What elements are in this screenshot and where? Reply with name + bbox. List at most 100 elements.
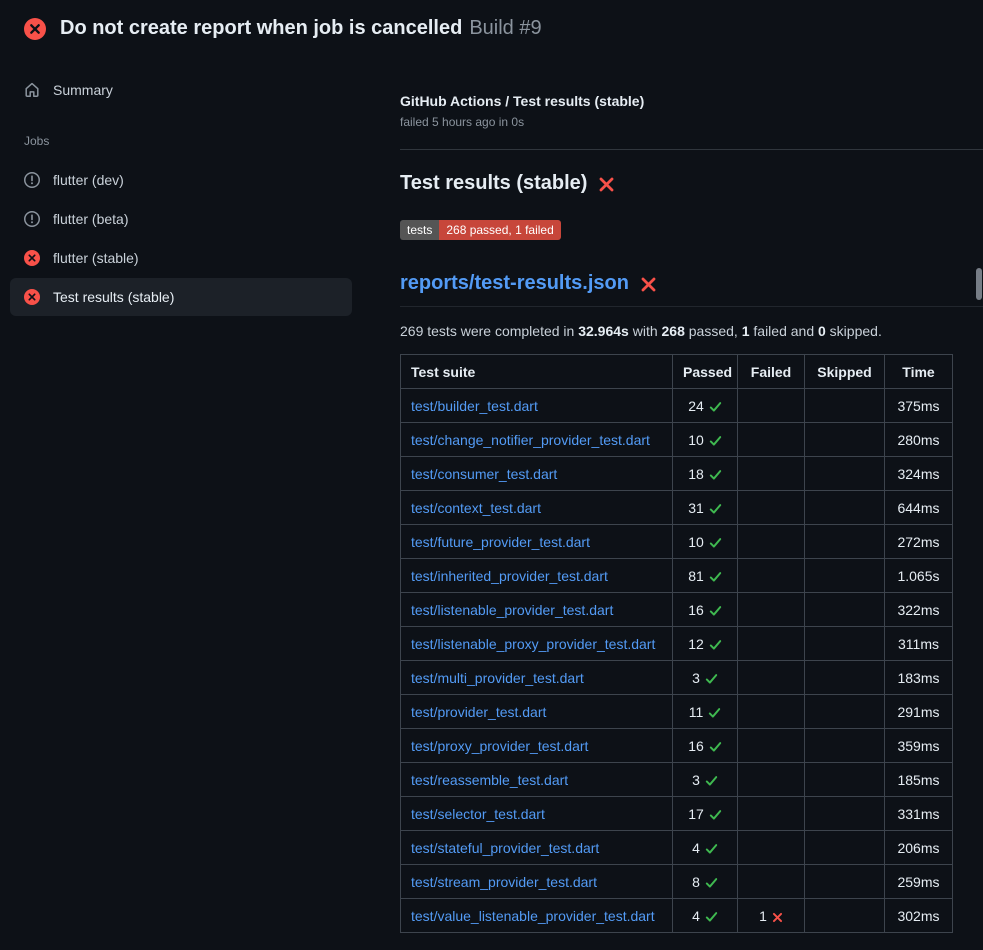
failed-cell: 1 <box>738 899 805 933</box>
time-cell: 322ms <box>885 593 953 627</box>
time-cell: 272ms <box>885 525 953 559</box>
report-file-link[interactable]: reports/test-results.json <box>400 270 629 296</box>
jobs-list: flutter (dev) flutter (beta) flutter (st… <box>10 161 362 316</box>
badge-label: tests <box>400 220 439 240</box>
check-icon <box>709 568 722 584</box>
suite-link[interactable]: test/stateful_provider_test.dart <box>411 840 599 856</box>
sidebar-job-item[interactable]: Test results (stable) <box>10 278 352 316</box>
passed-cell: 16 <box>673 593 738 627</box>
table-row: test/listenable_provider_test.dart 16 32… <box>401 593 953 627</box>
sidebar-job-item[interactable]: flutter (beta) <box>10 200 352 238</box>
table-row: test/selector_test.dart 17 331ms <box>401 797 953 831</box>
table-row: test/consumer_test.dart 18 324ms <box>401 457 953 491</box>
suite-link[interactable]: test/consumer_test.dart <box>411 466 557 482</box>
summary-segment: failed and <box>750 323 819 339</box>
report-title-row: reports/test-results.json <box>400 270 983 307</box>
build-number: Build #9 <box>469 17 541 39</box>
time-cell: 259ms <box>885 865 953 899</box>
skipped-cell <box>805 899 885 933</box>
check-run-title: Test results (stable) <box>400 170 587 196</box>
passed-cell: 16 <box>673 729 738 763</box>
suite-cell: test/reassemble_test.dart <box>401 763 673 797</box>
time-cell: 291ms <box>885 695 953 729</box>
table-row: test/builder_test.dart 24 375ms <box>401 389 953 423</box>
check-icon <box>705 908 718 924</box>
skipped-cell <box>805 729 885 763</box>
time-cell: 206ms <box>885 831 953 865</box>
time-cell: 359ms <box>885 729 953 763</box>
check-icon <box>705 874 718 890</box>
page-title-row: Do not create report when job is cancell… <box>60 16 542 41</box>
table-row: test/stateful_provider_test.dart 4 206ms <box>401 831 953 865</box>
passed-cell: 18 <box>673 457 738 491</box>
suite-link[interactable]: test/selector_test.dart <box>411 806 545 822</box>
check-icon <box>709 738 722 754</box>
skipped-cell <box>805 491 885 525</box>
suite-link[interactable]: test/multi_provider_test.dart <box>411 670 584 686</box>
suite-link[interactable]: test/listenable_provider_test.dart <box>411 602 613 618</box>
suite-link[interactable]: test/inherited_provider_test.dart <box>411 568 608 584</box>
badge-row: tests 268 passed, 1 failed <box>400 220 983 240</box>
column-header: Time <box>885 355 953 389</box>
failed-x-icon <box>598 176 615 193</box>
check-icon <box>708 704 721 720</box>
suite-link[interactable]: test/proxy_provider_test.dart <box>411 738 588 754</box>
failed-cell <box>738 559 805 593</box>
scrollbar-thumb[interactable] <box>976 268 982 300</box>
skipped-cell <box>805 423 885 457</box>
suite-link[interactable]: test/listenable_proxy_provider_test.dart <box>411 636 655 652</box>
suite-link[interactable]: test/builder_test.dart <box>411 398 538 414</box>
passed-cell: 17 <box>673 797 738 831</box>
main-content: GitHub Actions / Test results (stable) f… <box>362 57 983 933</box>
check-run-title-row: Test results (stable) <box>400 170 983 196</box>
sidebar-job-label: flutter (stable) <box>53 250 139 266</box>
skipped-cell <box>805 525 885 559</box>
suite-cell: test/builder_test.dart <box>401 389 673 423</box>
failed-cell <box>738 457 805 491</box>
suite-link[interactable]: test/stream_provider_test.dart <box>411 874 597 890</box>
suite-link[interactable]: test/future_provider_test.dart <box>411 534 590 550</box>
suite-link[interactable]: test/value_listenable_provider_test.dart <box>411 908 655 924</box>
suite-cell: test/future_provider_test.dart <box>401 525 673 559</box>
table-row: test/inherited_provider_test.dart 81 1.0… <box>401 559 953 593</box>
skipped-cell <box>805 763 885 797</box>
passed-cell: 31 <box>673 491 738 525</box>
suite-link[interactable]: test/context_test.dart <box>411 500 541 516</box>
sidebar-job-label: flutter (beta) <box>53 211 128 227</box>
failed-cell <box>738 797 805 831</box>
sidebar-job-item[interactable]: flutter (dev) <box>10 161 352 199</box>
passed-cell: 10 <box>673 423 738 457</box>
time-cell: 644ms <box>885 491 953 525</box>
suite-link[interactable]: test/provider_test.dart <box>411 704 546 720</box>
time-cell: 185ms <box>885 763 953 797</box>
failed-cell <box>738 763 805 797</box>
failed-cell <box>738 525 805 559</box>
alert-circle-icon <box>24 172 40 188</box>
suite-cell: test/inherited_provider_test.dart <box>401 559 673 593</box>
passed-cell: 3 <box>673 763 738 797</box>
failed-x-icon <box>640 276 657 293</box>
summary-segment: 268 <box>662 323 685 339</box>
failed-cell <box>738 661 805 695</box>
summary-segment: 32.964s <box>578 323 629 339</box>
table-row: test/listenable_proxy_provider_test.dart… <box>401 627 953 661</box>
skipped-cell <box>805 559 885 593</box>
table-row: test/future_provider_test.dart 10 272ms <box>401 525 953 559</box>
suite-link[interactable]: test/reassemble_test.dart <box>411 772 568 788</box>
sidebar-item-summary[interactable]: Summary <box>10 71 352 109</box>
suite-cell: test/consumer_test.dart <box>401 457 673 491</box>
skipped-cell <box>805 695 885 729</box>
skipped-cell <box>805 389 885 423</box>
tests-badge: tests 268 passed, 1 failed <box>400 220 561 240</box>
failed-cell <box>738 423 805 457</box>
home-icon <box>24 82 40 98</box>
sidebar-job-label: flutter (dev) <box>53 172 124 188</box>
check-icon <box>709 636 722 652</box>
suite-link[interactable]: test/change_notifier_provider_test.dart <box>411 432 650 448</box>
results-table: Test suitePassedFailedSkippedTime test/b… <box>400 354 953 933</box>
summary-segment: 0 <box>818 323 826 339</box>
time-cell: 331ms <box>885 797 953 831</box>
summary-segment: with <box>629 323 662 339</box>
header: Do not create report when job is cancell… <box>0 0 983 57</box>
sidebar-job-item[interactable]: flutter (stable) <box>10 239 352 277</box>
